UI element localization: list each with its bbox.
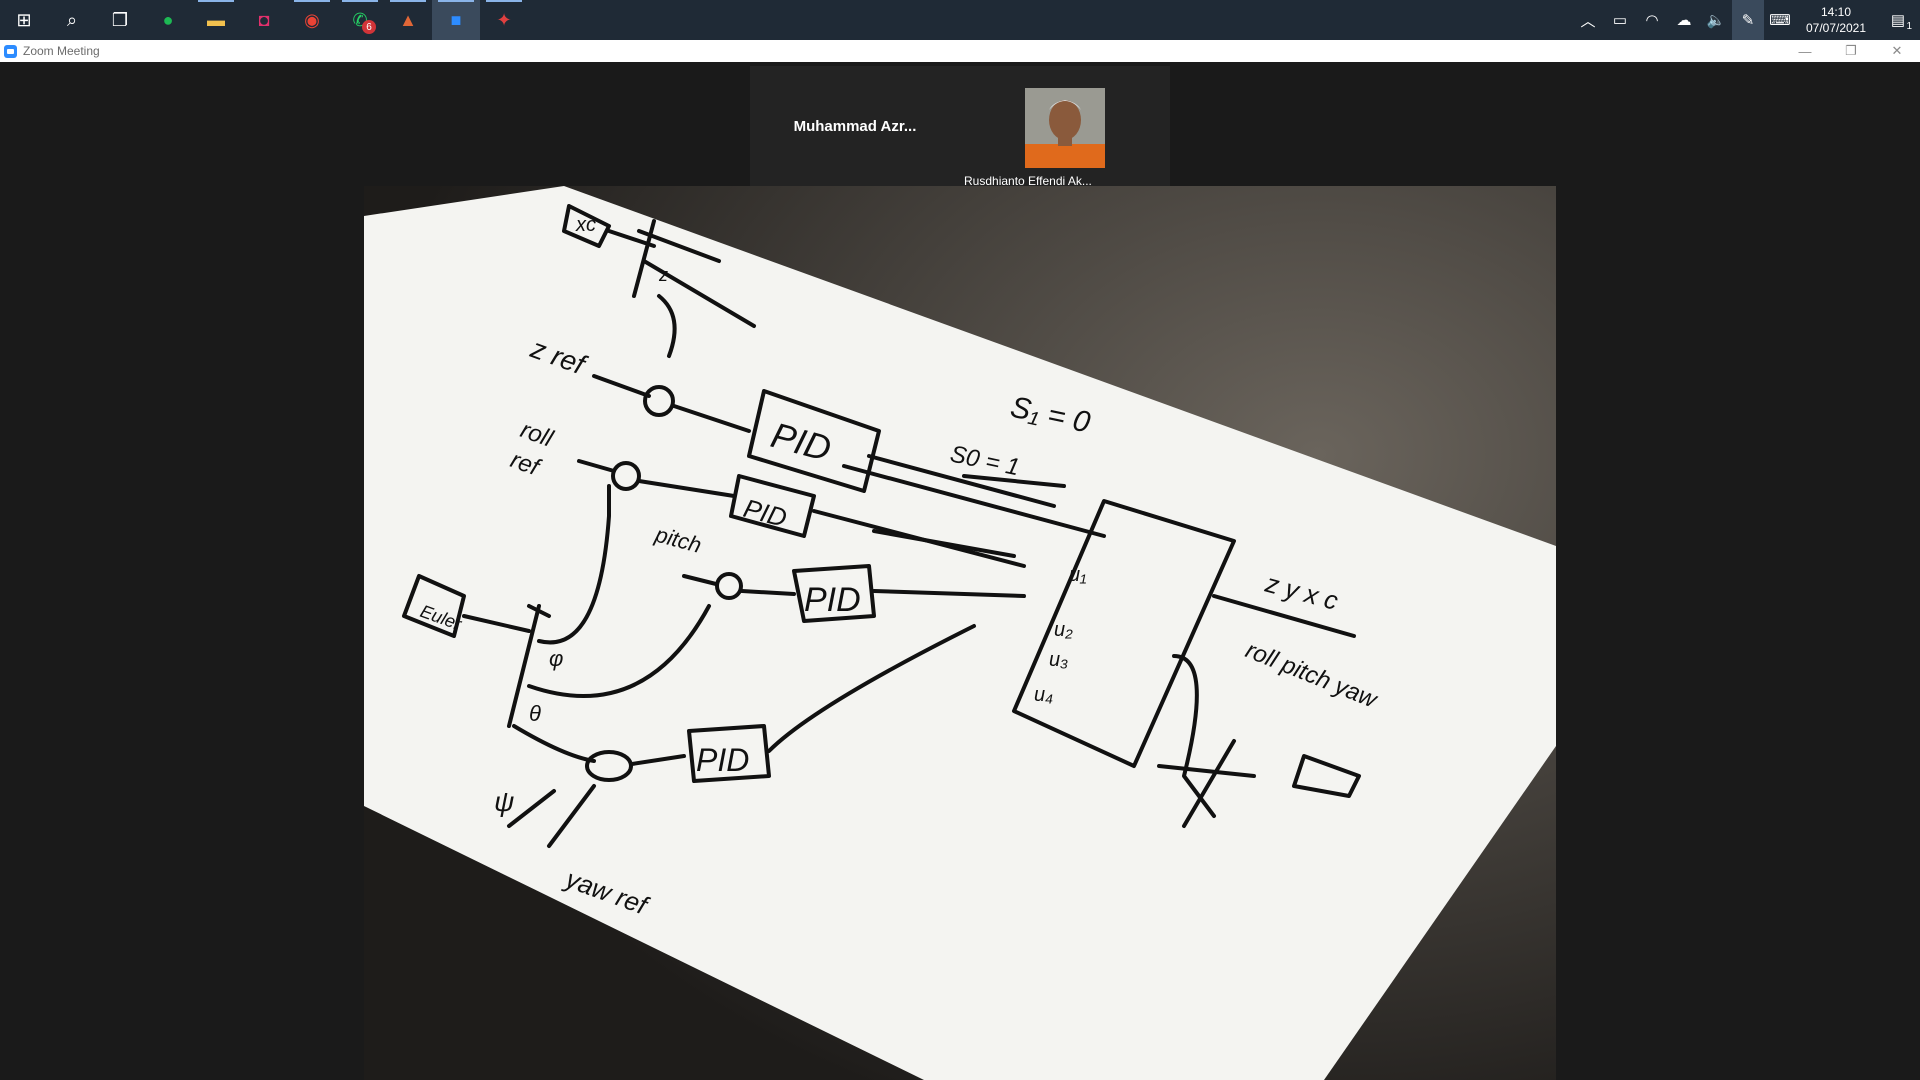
taskbar-clock[interactable]: 14:10 07/07/2021 [1796,0,1876,40]
file-explorer-icon: ▬ [207,9,225,30]
taskbar-search-button[interactable]: ⌕ [48,0,96,40]
label-phi: φ [549,646,563,671]
participant-name: Muhammad Azr... [793,118,917,135]
participant-video-thumbnail [1025,88,1105,168]
spotify-icon: ● [162,9,174,30]
taskbar-chrome-button[interactable]: ◉ [288,0,336,40]
taskbar-zoom-button[interactable]: ■ [432,0,480,40]
meeting-area: Muhammad Azr... Rusdhianto Effendi Ak... [0,62,1920,1080]
task-view-icon: ❐ [111,9,129,30]
taskbar-whatsapp-button[interactable]: ✆ 6 [336,0,384,40]
keyboard-icon[interactable]: ⌨ [1764,0,1796,40]
start-icon: ⊞ [16,9,32,30]
close-button[interactable]: ✕ [1874,40,1920,62]
participant-tile[interactable]: Muhammad Azr... [750,66,960,186]
taskbar-apps: ⊞ ⌕ ❐ ● ▬ ◘ ◉ ✆ 6 ▲ ■ ✦ [0,0,528,40]
label-u4: u₄ [1034,684,1053,706]
taskbar-file-explorer-button[interactable]: ▬ [192,0,240,40]
taskbar-spotify-button[interactable]: ● [144,0,192,40]
onedrive-cloud-icon[interactable]: ☁ [1668,0,1700,40]
restore-button[interactable]: ❐ [1828,40,1874,62]
zoom-icon: ■ [450,9,462,30]
zoom-app-icon [4,44,17,58]
shared-video-feed: xс z z ref roll ref pitch PID PID PID PI… [364,186,1556,1080]
taskbar-start-button[interactable]: ⊞ [0,0,48,40]
notification-icon: ▤ [1890,12,1906,29]
minimize-button[interactable]: — [1782,40,1828,62]
taskbar-matlab-button[interactable]: ▲ [384,0,432,40]
participant-tile[interactable]: Rusdhianto Effendi Ak... [960,66,1170,188]
chevron-up-icon[interactable]: ︿ [1572,0,1604,40]
window-controls: — ❐ ✕ [1782,40,1920,62]
system-tray: ︿ ▭ ◠ ☁ 🔈 ✎ ⌨ 14:10 07/07/2021 ▤ 1 [1572,0,1920,40]
label-u3: u₃ [1049,649,1068,671]
volume-icon[interactable]: 🔈 [1700,0,1732,40]
app-icon: ✦ [496,9,512,30]
instagram-icon: ◘ [258,9,270,30]
label-u2: u₂ [1054,619,1073,641]
wifi-icon[interactable]: ◠ [1636,0,1668,40]
pen-icon[interactable]: ✎ [1732,0,1764,40]
search-icon: ⌕ [66,9,78,30]
taskbar-app-button[interactable]: ✦ [480,0,528,40]
label-xc: xс [575,214,596,236]
label-theta: θ [529,701,541,726]
label-pid-3: PID [804,581,861,619]
zoom-window-titlebar: Zoom Meeting — ❐ ✕ [0,40,1920,62]
whatsapp-unread-badge: 6 [362,20,376,34]
chrome-icon: ◉ [304,9,320,30]
label-psi: ψ [494,786,514,817]
battery-icon[interactable]: ▭ [1604,0,1636,40]
notification-badge: 1 [1906,21,1912,32]
windows-taskbar: ⊞ ⌕ ❐ ● ▬ ◘ ◉ ✆ 6 ▲ ■ ✦ ︿ ▭ ◠ ☁ 🔈 ✎ ⌨ 14:10 07/07/2… [0,0,1920,40]
label-u1: u₁ [1069,564,1086,586]
label-z: z [658,265,668,285]
label-pid-4: PID [696,742,749,778]
window-title: Zoom Meeting [23,44,100,58]
taskbar-task-view-button[interactable]: ❐ [96,0,144,40]
action-center-icon[interactable]: ▤ 1 [1876,0,1920,40]
whiteboard-sketch: xс z z ref roll ref pitch PID PID PID PI… [364,186,1556,1080]
matlab-icon: ▲ [399,9,417,30]
clock-date: 07/07/2021 [1805,21,1867,35]
taskbar-instagram-button[interactable]: ◘ [240,0,288,40]
clock-time: 14:10 [1820,5,1852,19]
